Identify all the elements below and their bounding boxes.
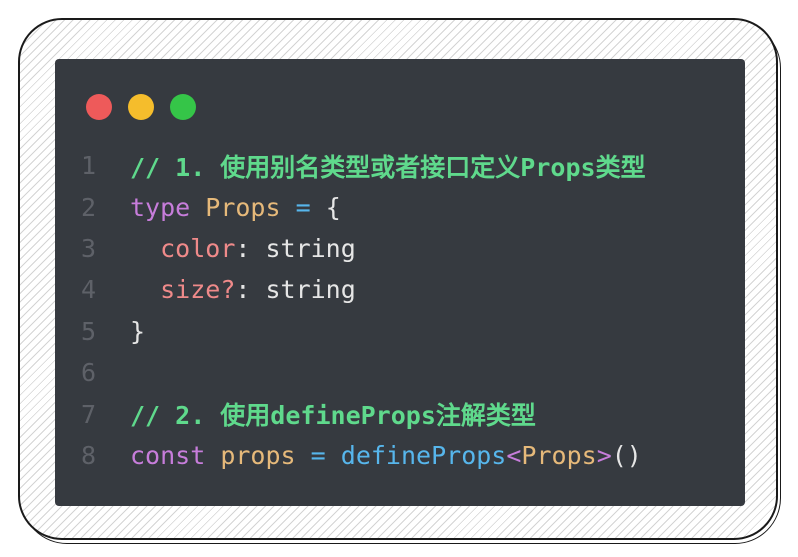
code-content: size?: string xyxy=(130,275,356,304)
code-token-op: = xyxy=(295,192,311,222)
code-line: 7 // 2. 使用defineProps注解类型 xyxy=(81,393,725,434)
code-token-comment: // 1. 使用别名类型或者接口定义Props类型 xyxy=(130,152,646,182)
close-dot-icon[interactable] xyxy=(86,94,112,120)
code-line: 8 const props = defineProps<Props>() xyxy=(81,435,725,476)
line-number: 8 xyxy=(81,440,97,470)
line-number: 6 xyxy=(81,358,97,388)
code-content: color: string xyxy=(130,234,356,263)
code-token-plain: } xyxy=(130,316,146,346)
code-token-plain: : string xyxy=(235,233,356,263)
code-line: 3 color: string xyxy=(81,228,725,269)
code-line: 2 type Props = { xyxy=(81,186,725,227)
line-number: 1 xyxy=(81,151,97,181)
code-token-plain: () xyxy=(611,440,642,470)
window-controls xyxy=(86,94,196,120)
code-token-type: Props xyxy=(205,192,281,222)
line-number: 7 xyxy=(81,399,97,429)
line-number: 5 xyxy=(81,316,97,346)
code-content: } xyxy=(130,317,145,346)
code-token-comment: // 2. 使用defineProps注解类型 xyxy=(130,401,536,431)
code-line: 4 size?: string xyxy=(81,269,725,310)
code-token-keyword: type xyxy=(130,192,191,222)
line-number: 3 xyxy=(81,233,97,263)
code-token-keyword: const xyxy=(130,440,206,470)
maximize-dot-icon[interactable] xyxy=(170,94,196,120)
code-content: const props = defineProps<Props>() xyxy=(130,441,642,470)
line-number: 4 xyxy=(81,275,97,305)
code-token-keyword: > xyxy=(596,440,612,470)
code-token-func: defineProps xyxy=(340,440,507,470)
code-token-keyword: < xyxy=(506,440,522,470)
code-content: type Props = { xyxy=(130,193,341,222)
code-window: 1 // 1. 使用别名类型或者接口定义Props类型 2 type Props = … xyxy=(55,59,745,506)
code-token-prop: color xyxy=(160,233,236,263)
code-token-var: props xyxy=(220,440,296,470)
code-line: 5} xyxy=(81,311,725,352)
code-token-op: = xyxy=(310,440,326,470)
code-line: 1 // 1. 使用别名类型或者接口定义Props类型 xyxy=(81,145,725,186)
code-token-plain: : string xyxy=(235,275,356,305)
code-content: // 2. 使用defineProps注解类型 xyxy=(130,396,536,432)
code-token-type: Props xyxy=(521,440,597,470)
line-number: 2 xyxy=(81,192,97,222)
code-body: 1 // 1. 使用别名类型或者接口定义Props类型 2 type Props = … xyxy=(81,145,725,476)
code-token-prop: size? xyxy=(160,275,236,305)
code-line: 6 xyxy=(81,352,725,393)
code-token-plain: { xyxy=(310,192,341,222)
minimize-dot-icon[interactable] xyxy=(128,94,154,120)
code-content: // 1. 使用别名类型或者接口定义Props类型 xyxy=(130,148,646,184)
